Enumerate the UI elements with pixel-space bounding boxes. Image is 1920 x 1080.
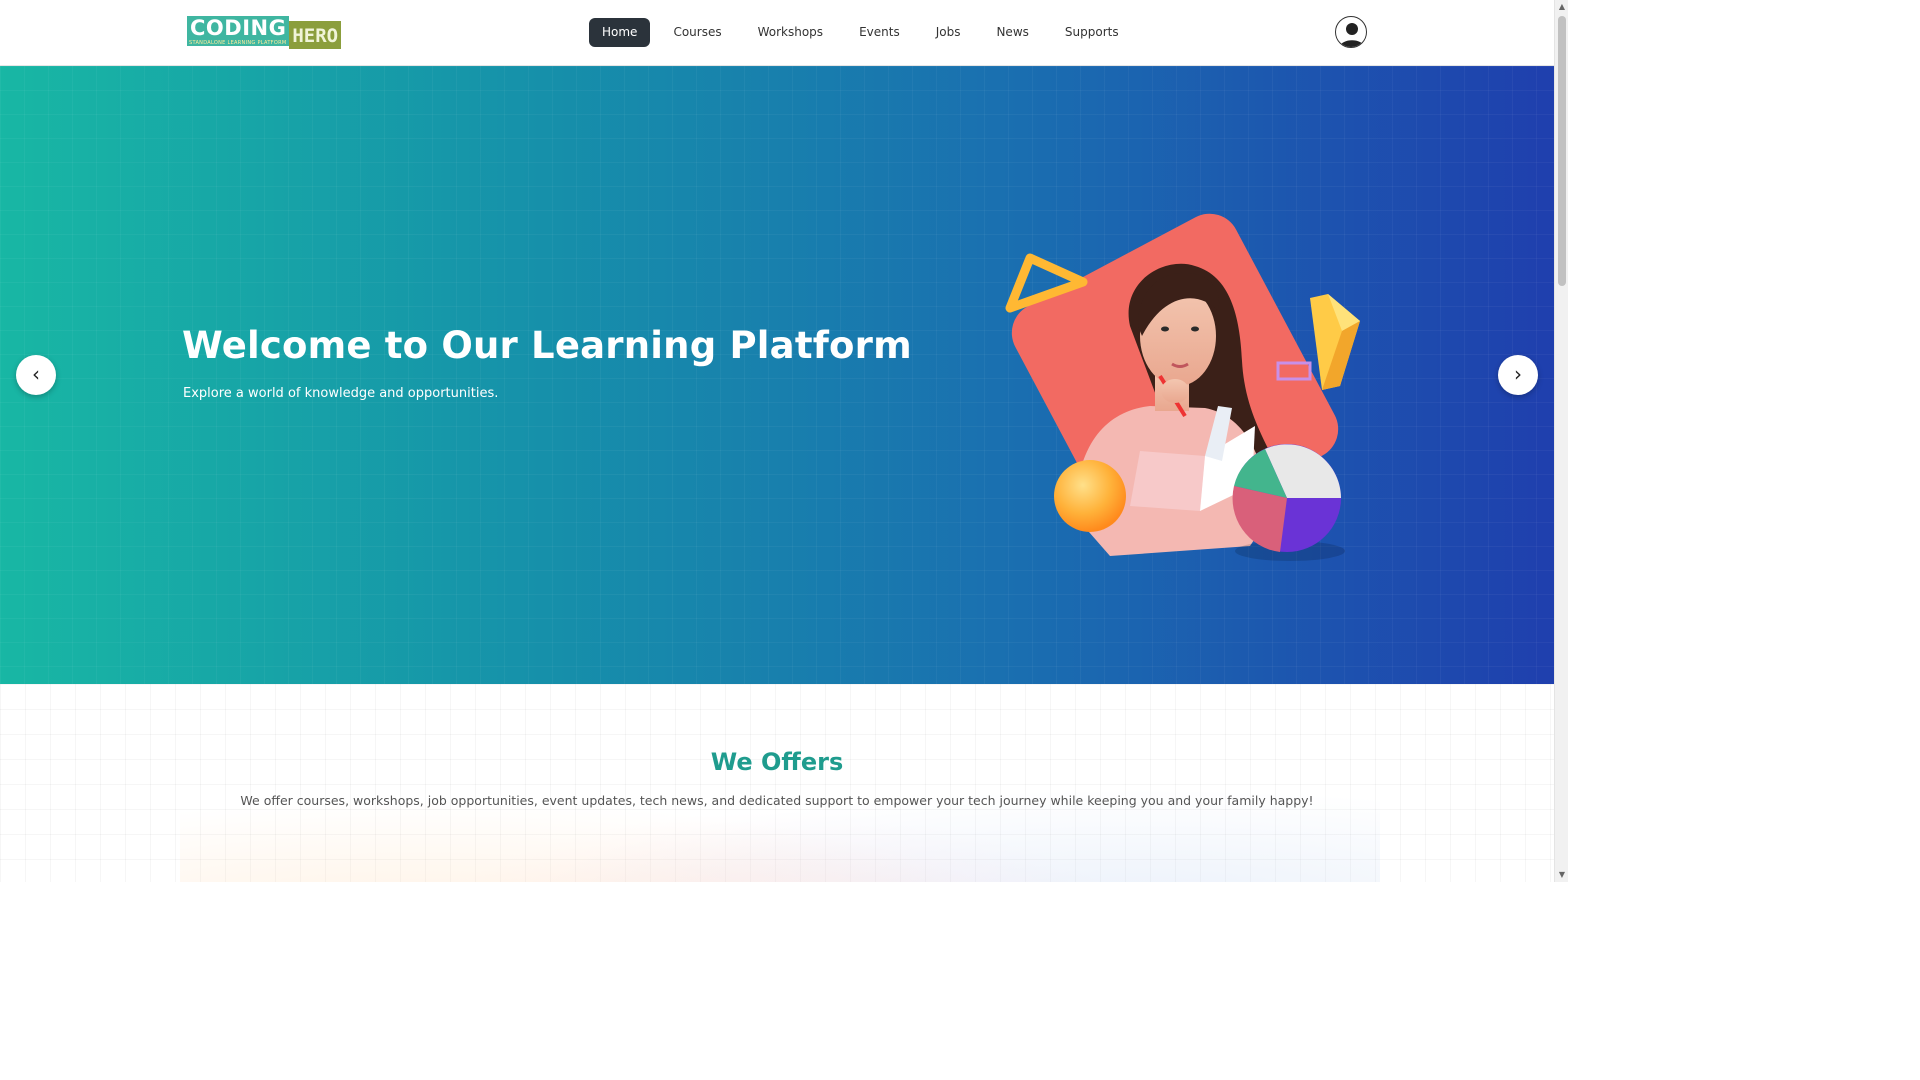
logo-main-text: CODING xyxy=(190,16,287,40)
offers-description: We offer courses, workshops, job opportu… xyxy=(240,793,1314,808)
nav-item-courses[interactable]: Courses xyxy=(660,18,734,47)
nav-item-news[interactable]: News xyxy=(983,18,1041,47)
hero-title: Welcome to Our Learning Platform xyxy=(182,324,912,367)
logo-main-block: CODING STANDALONE LEARNING PLATFORM xyxy=(187,16,290,46)
carousel-next-button[interactable]: › xyxy=(1498,355,1538,395)
nav-item-events[interactable]: Events xyxy=(846,18,913,47)
site-header: CODING STANDALONE LEARNING PLATFORM HERO… xyxy=(0,0,1554,66)
logo-accent-text: HERO xyxy=(289,21,342,49)
page-scrollbar[interactable]: ▲ ▼ xyxy=(1554,0,1568,882)
hero-carousel: Welcome to Our Learning Platform Explore… xyxy=(0,66,1554,684)
user-avatar-icon[interactable] xyxy=(1335,16,1367,48)
logo-tagline: STANDALONE LEARNING PLATFORM xyxy=(189,40,287,46)
offers-section: We Offers We offer courses, workshops, j… xyxy=(0,684,1554,882)
logo[interactable]: CODING STANDALONE LEARNING PLATFORM HERO xyxy=(187,16,342,50)
hero-subtitle: Explore a world of knowledge and opportu… xyxy=(183,386,499,401)
scroll-down-icon[interactable]: ▼ xyxy=(1555,868,1568,882)
offers-title: We Offers xyxy=(710,748,844,776)
main-nav: Home Courses Workshops Events Jobs News … xyxy=(589,18,1142,47)
nav-item-workshops[interactable]: Workshops xyxy=(745,18,836,47)
nav-item-home[interactable]: Home xyxy=(589,18,651,47)
scrollbar-thumb[interactable] xyxy=(1558,16,1566,286)
scroll-up-icon[interactable]: ▲ xyxy=(1555,0,1568,14)
carousel-prev-button[interactable]: ‹ xyxy=(16,355,56,395)
nav-item-supports[interactable]: Supports xyxy=(1052,18,1132,47)
nav-item-jobs[interactable]: Jobs xyxy=(923,18,974,47)
hero-illustration xyxy=(990,186,1380,576)
page: CODING STANDALONE LEARNING PLATFORM HERO… xyxy=(0,0,1568,882)
